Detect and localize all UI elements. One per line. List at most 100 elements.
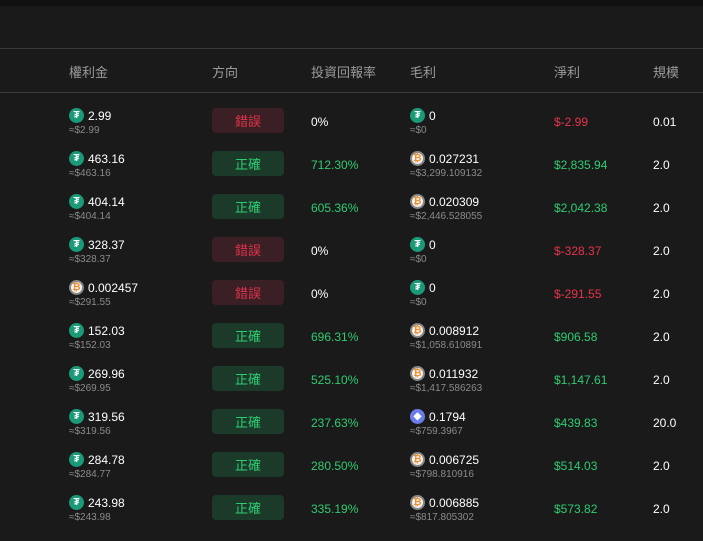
premium-usd: ≈$291.55: [69, 297, 111, 308]
gross-usd: ≈$817.805302: [410, 512, 474, 523]
table-row[interactable]: ₮ 319.56 ≈$319.56 正確 237.63% ◆ 0.1794 ≈$75…: [0, 400, 703, 443]
direction-badge: 正確: [212, 366, 284, 391]
premium-value: 269.96: [88, 366, 125, 381]
gross-usd: ≈$3,299.109132: [410, 168, 483, 179]
net-value: $514.03: [554, 459, 598, 473]
table-row[interactable]: ₮ 463.16 ≈$463.16 正確 712.30% ₿ 0.027231 ≈$…: [0, 142, 703, 185]
premium-cell: ₮ 152.03 ≈$152.03: [69, 323, 125, 351]
gross-cell: ₿ 0.011932 ≈$1,417.586263: [410, 366, 482, 394]
btc-coin-icon: ₿: [69, 280, 84, 295]
direction-badge: 錯誤: [212, 280, 284, 305]
net-value: $906.58: [554, 330, 598, 344]
usdt-coin-icon: ₮: [69, 409, 84, 424]
gross-value: 0.011932: [429, 366, 479, 381]
premium-value: 284.78: [88, 452, 125, 467]
gross-usd: ≈$0: [410, 125, 427, 136]
gross-usd: ≈$1,058.610891: [410, 340, 483, 351]
table-row[interactable]: ₮ 152.03 ≈$152.03 正確 696.31% ₿ 0.008912 ≈$…: [0, 314, 703, 357]
top-bar: [0, 0, 703, 6]
size-value: 2.0: [653, 330, 670, 344]
premium-cell: ₮ 243.98 ≈$243.98: [69, 495, 125, 523]
gross-value: 0.008912: [429, 323, 480, 338]
table-row[interactable]: ₿ 0.002457 ≈$291.55 錯誤 0% ₮ 0 ≈$0 $-291.55…: [0, 271, 703, 314]
header-net[interactable]: 淨利: [554, 62, 580, 81]
premium-cell: ₮ 2.99 ≈$2.99: [69, 108, 111, 136]
premium-cell: ₮ 328.37 ≈$328.37: [69, 237, 125, 265]
roi-value: 280.50%: [311, 459, 359, 473]
premium-usd: ≈$269.95: [69, 383, 111, 394]
premium-value: 463.16: [88, 151, 125, 166]
size-value: 2.0: [653, 158, 670, 172]
btc-coin-icon: ₿: [410, 452, 425, 467]
direction-badge: 正確: [212, 495, 284, 520]
net-value: $-328.37: [554, 244, 602, 258]
net-value: $573.82: [554, 502, 598, 516]
header-direction[interactable]: 方向: [212, 62, 238, 81]
net-value: $-291.55: [554, 287, 602, 301]
net-value: $1,147.61: [554, 373, 608, 387]
gross-value: 0.1794: [429, 409, 466, 424]
premium-value: 0.002457: [88, 280, 139, 295]
gross-cell: ₿ 0.006885 ≈$817.805302: [410, 495, 479, 523]
table-row[interactable]: ₮ 243.98 ≈$243.98 正確 335.19% ₿ 0.006885 ≈$…: [0, 486, 703, 529]
direction-badge: 錯誤: [212, 237, 284, 262]
premium-cell: ₮ 463.16 ≈$463.16: [69, 151, 125, 179]
gross-usd: ≈$1,417.586263: [410, 383, 483, 394]
premium-cell: ₮ 319.56 ≈$319.56: [69, 409, 125, 437]
usdt-coin-icon: ₮: [69, 108, 84, 123]
size-value: 20.0: [653, 416, 677, 430]
gross-value: 0: [429, 237, 436, 252]
premium-usd: ≈$404.14: [69, 211, 111, 222]
header-gross[interactable]: 毛利: [410, 62, 436, 81]
gross-value: 0.006885: [429, 495, 480, 510]
table-row[interactable]: ₮ 284.78 ≈$284.77 正確 280.50% ₿ 0.006725 ≈$…: [0, 443, 703, 486]
size-value: 2.0: [653, 244, 670, 258]
roi-value: 525.10%: [311, 373, 359, 387]
usdt-coin-icon: ₮: [410, 108, 425, 123]
direction-badge: 正確: [212, 151, 284, 176]
gross-usd: ≈$798.810916: [410, 469, 474, 480]
gross-value: 0.027231: [429, 151, 480, 166]
eth-coin-icon: ◆: [410, 409, 425, 424]
premium-usd: ≈$152.03: [69, 340, 111, 351]
premium-value: 243.98: [88, 495, 125, 510]
gross-cell: ₿ 0.020309 ≈$2,446.528055: [410, 194, 482, 222]
usdt-coin-icon: ₮: [69, 366, 84, 381]
header-size[interactable]: 規模: [653, 62, 679, 81]
table-row[interactable]: ₮ 404.14 ≈$404.14 正確 605.36% ₿ 0.020309 ≈$…: [0, 185, 703, 228]
roi-value: 712.30%: [311, 158, 359, 172]
premium-value: 319.56: [88, 409, 125, 424]
header-divider: [0, 92, 703, 93]
premium-value: 328.37: [88, 237, 125, 252]
usdt-coin-icon: ₮: [69, 495, 84, 510]
usdt-coin-icon: ₮: [410, 237, 425, 252]
header-premium[interactable]: 權利金: [69, 62, 108, 81]
table-row[interactable]: ₮ 328.37 ≈$328.37 錯誤 0% ₮ 0 ≈$0 $-328.37 2…: [0, 228, 703, 271]
gross-cell: ₮ 0 ≈$0: [410, 108, 436, 136]
gross-usd: ≈$0: [410, 254, 427, 265]
premium-cell: ₮ 269.96 ≈$269.95: [69, 366, 125, 394]
gross-value: 0.006725: [429, 452, 480, 467]
roi-value: 696.31%: [311, 330, 359, 344]
usdt-coin-icon: ₮: [69, 237, 84, 252]
net-value: $-2.99: [554, 115, 589, 129]
btc-coin-icon: ₿: [410, 194, 425, 209]
btc-coin-icon: ₿: [410, 495, 425, 510]
table-row[interactable]: ₮ 269.96 ≈$269.95 正確 525.10% ₿ 0.011932 ≈$…: [0, 357, 703, 400]
net-value: $2,835.94: [554, 158, 608, 172]
premium-usd: ≈$284.77: [69, 469, 111, 480]
gross-value: 0.020309: [429, 194, 480, 209]
premium-value: 2.99: [88, 108, 112, 123]
header-roi[interactable]: 投資回報率: [311, 62, 376, 81]
size-value: 2.0: [653, 373, 670, 387]
net-value: $2,042.38: [554, 201, 608, 215]
roi-value: 0%: [311, 244, 329, 258]
gross-cell: ₿ 0.008912 ≈$1,058.610891: [410, 323, 482, 351]
premium-value: 404.14: [88, 194, 125, 209]
roi-value: 605.36%: [311, 201, 359, 215]
table-row[interactable]: ₮ 2.99 ≈$2.99 錯誤 0% ₮ 0 ≈$0 $-2.99 0.01: [0, 99, 703, 142]
divider: [0, 48, 703, 49]
gross-value: 0: [429, 108, 436, 123]
roi-value: 335.19%: [311, 502, 359, 516]
premium-usd: ≈$2.99: [69, 125, 100, 136]
